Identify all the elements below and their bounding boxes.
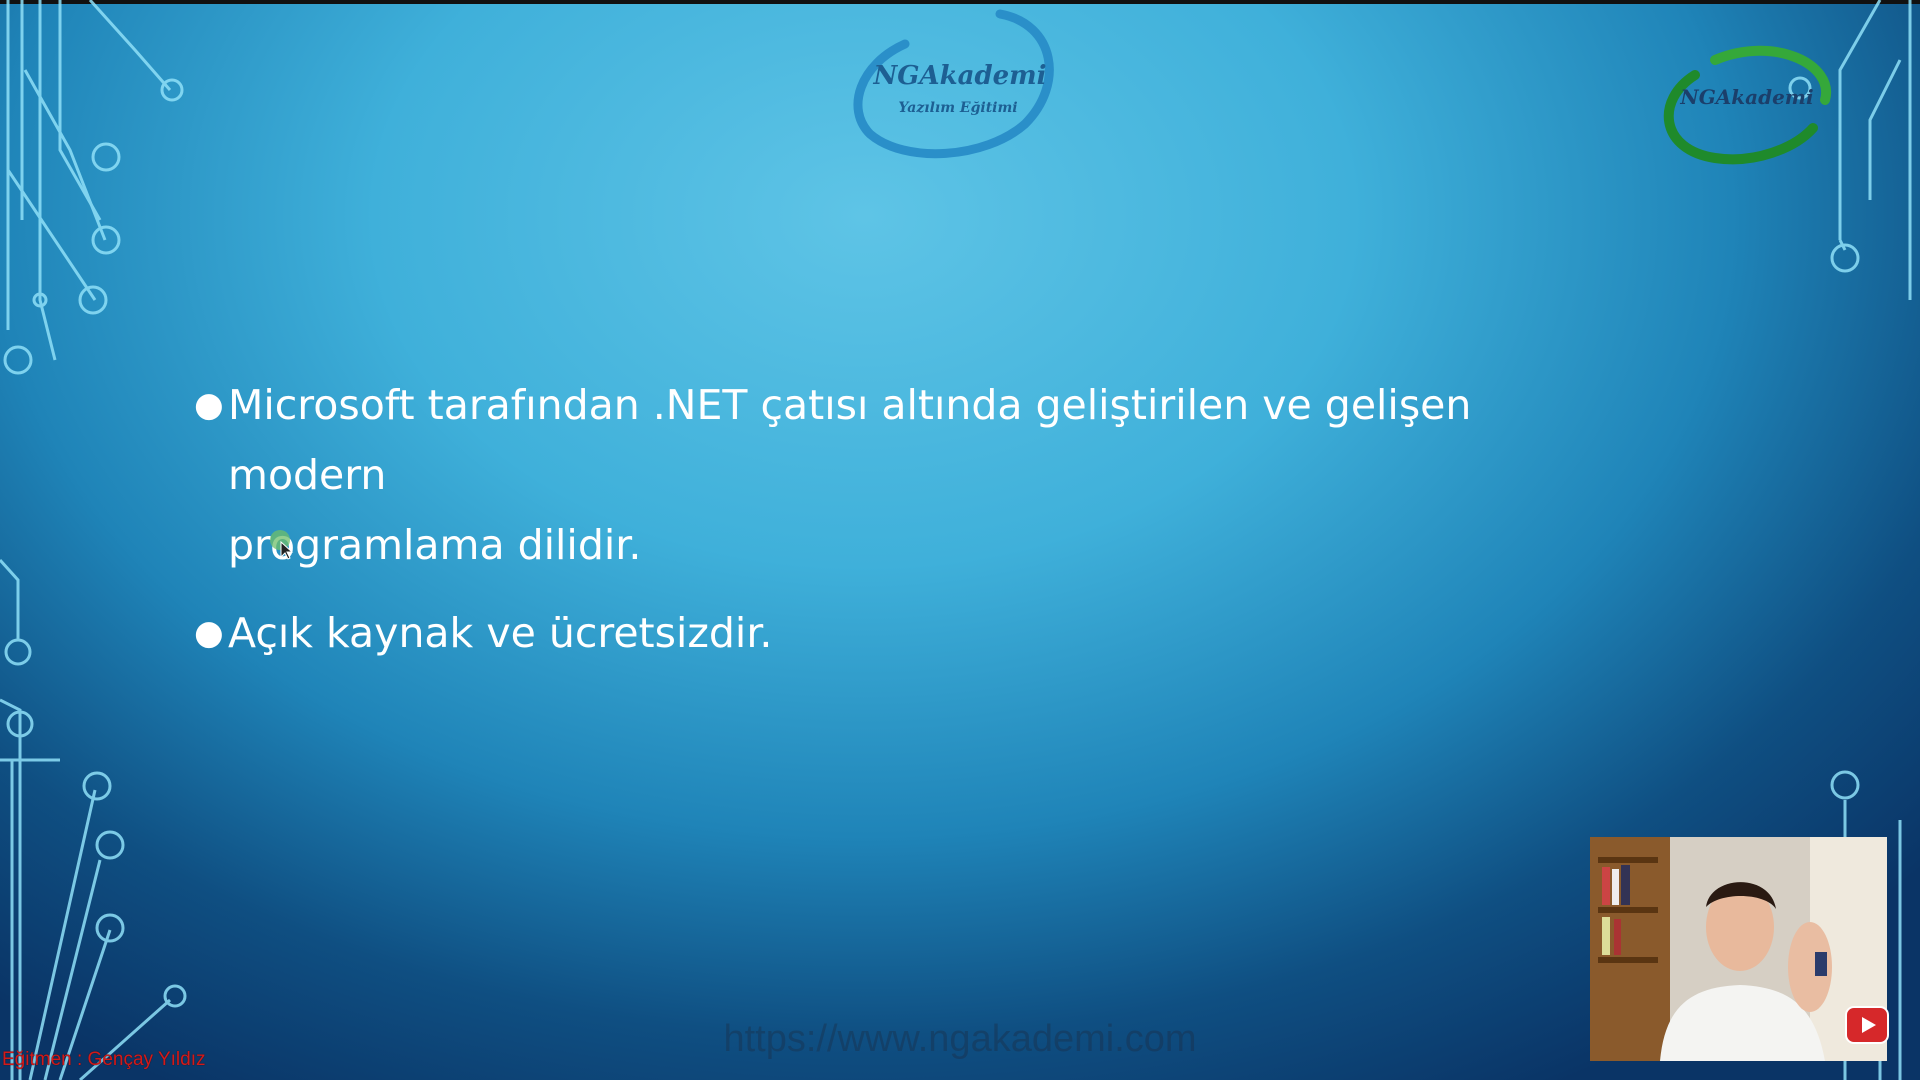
ngakademi-logo-center: NGAkademi Yazılım Eğitimi bbox=[853, 9, 1054, 159]
webcam-person-image bbox=[1590, 837, 1887, 1061]
ngakademi-logo-right: NGAkademi bbox=[1663, 45, 1832, 165]
bullet-text-line: Microsoft tarafından .NET çatısı altında… bbox=[228, 381, 1472, 499]
slide-bullet-list: ● Microsoft tarafından .NET çatısı altın… bbox=[190, 370, 1610, 686]
right-logo-title: NGAkademi bbox=[1679, 85, 1813, 109]
bullet-item: ● Açık kaynak ve ücretsizdir. bbox=[190, 598, 1610, 668]
bullet-dot-icon: ● bbox=[194, 613, 224, 653]
bullet-dot-icon: ● bbox=[194, 385, 224, 425]
webcam-overlay bbox=[1590, 837, 1887, 1061]
mouse-cursor-icon bbox=[270, 530, 294, 560]
bullet-item: ● Microsoft tarafından .NET çatısı altın… bbox=[190, 370, 1610, 580]
center-logo-title: NGAkademi bbox=[872, 61, 1046, 91]
instructor-label: Eğitmen : Gençay Yıldız bbox=[2, 1049, 206, 1070]
youtube-play-icon[interactable] bbox=[1845, 1003, 1889, 1047]
bullet-text-line: Açık kaynak ve ücretsizdir. bbox=[228, 609, 773, 657]
center-logo-subtitle: Yazılım Eğitimi bbox=[898, 100, 1017, 116]
bullet-text-line: programlama dilidir. bbox=[228, 521, 642, 569]
